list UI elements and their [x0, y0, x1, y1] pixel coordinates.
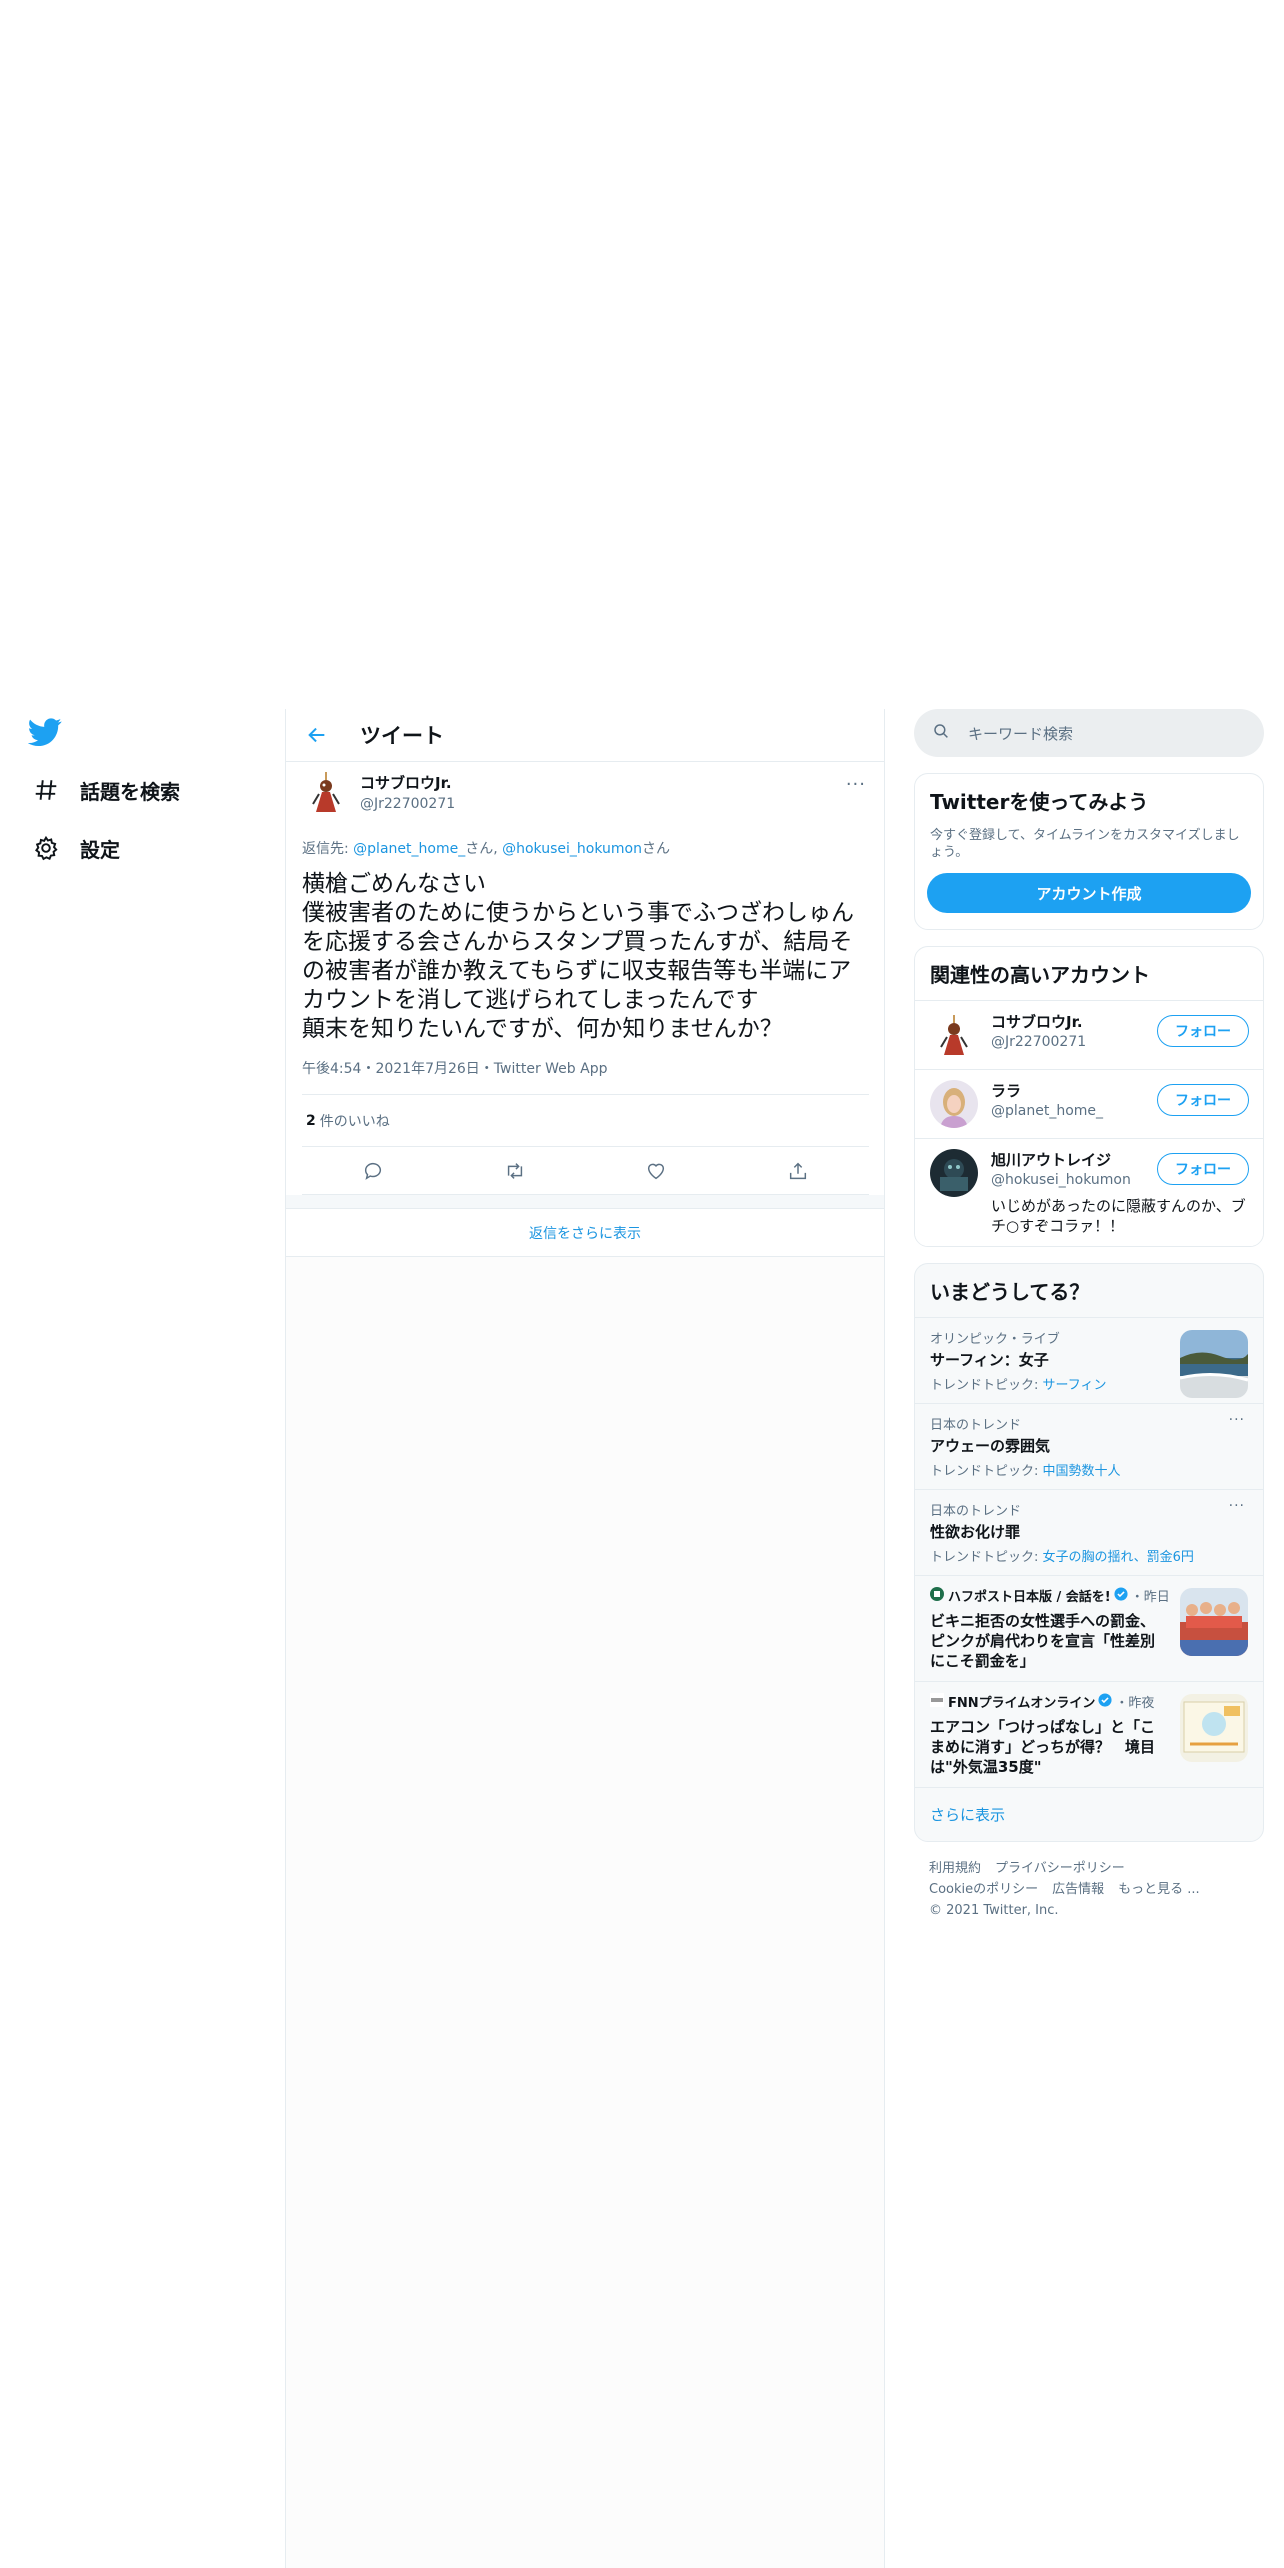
footer-link[interactable]: プライバシーポリシー: [995, 1861, 1125, 1876]
main-empty-area: [286, 1250, 884, 2568]
likes-number: 2: [306, 1112, 316, 1129]
avatar[interactable]: [302, 768, 350, 816]
nav-explore[interactable]: 話題を検索: [30, 770, 180, 810]
trend-topic-link[interactable]: サーフィン: [1043, 1378, 1107, 1393]
footer: 利用規約 プライバシーポリシー Cookieのポリシー 広告情報 もっと見る ... …: [914, 1842, 1264, 1937]
follow-button[interactable]: フォロー: [1157, 1084, 1249, 1116]
show-more-trends-link[interactable]: さらに表示: [915, 1787, 1263, 1841]
trend-thumbnail: [1180, 1330, 1248, 1398]
related-accounts-card: 関連性の高いアカウント コサブロウJr. @Jr22700271 フォロー ララ…: [914, 946, 1264, 1247]
trend-topic-label: トレンドトピック:: [930, 1550, 1043, 1565]
search-icon: [932, 722, 950, 744]
trends-title: いまどうしてる？: [930, 1280, 1090, 1304]
news-item[interactable]: FNNプライムオンライン ・昨夜 エアコン「つけっぱなし」と「こまめに消す」どっ…: [915, 1681, 1263, 1787]
tweet: コサブロウJr. @Jr22700271 ··· 返信先: @planet_ho…: [286, 762, 884, 1195]
more-options-icon[interactable]: ···: [1229, 1498, 1245, 1514]
avatar[interactable]: [930, 1011, 978, 1059]
back-arrow-icon[interactable]: [302, 720, 332, 750]
signup-title: Twitterを使ってみよう: [930, 790, 1149, 814]
verified-badge-icon: [1114, 1586, 1128, 1605]
tweet-author: コサブロウJr. @Jr22700271: [302, 762, 869, 822]
tweet-timestamp[interactable]: 午後4:54・2021年7月26日・Twitter Web App: [302, 1058, 869, 1095]
footer-link[interactable]: Cookieのポリシー: [929, 1882, 1038, 1897]
reply-suffix: さん,: [465, 841, 503, 857]
right-sidebar: キーワード検索 Twitterを使ってみよう 今すぐ登録して、タイムラインをカス…: [914, 709, 1264, 1937]
likes-label: 件のいいね: [319, 1113, 390, 1130]
page-title: ツイート: [360, 724, 444, 748]
news-title: ビキニ拒否の女性選手への罰金、ピンクが肩代わりを宣言「性差別にこそ罰金を」: [930, 1612, 1156, 1670]
more-options-icon[interactable]: ···: [1229, 1412, 1245, 1428]
hashtag-icon: [30, 774, 62, 806]
author-name[interactable]: コサブロウJr.: [360, 772, 455, 793]
reply-icon[interactable]: [356, 1154, 390, 1188]
trend-item[interactable]: 日本のトレンド 性欲お化け罪 トレンドトピック: 女子の胸の揺れ、罰金6円 ··…: [915, 1489, 1263, 1575]
news-source-name: ハフポスト日本版 / 会話を!: [948, 1590, 1111, 1605]
footer-link[interactable]: 利用規約: [929, 1861, 981, 1876]
reply-user-link[interactable]: @hokusei_hokumon: [502, 841, 642, 857]
reply-suffix: さん: [641, 841, 670, 857]
related-title: 関連性の高いアカウント: [930, 963, 1150, 987]
trend-item[interactable]: オリンピック・ライブ サーフィン：女子 トレンドトピック: サーフィン: [915, 1317, 1263, 1403]
trend-topic-label: トレンドトピック:: [930, 1378, 1043, 1393]
twitter-logo-icon[interactable]: [27, 715, 64, 751]
trend-topic: トレンドトピック: 中国勢数十人: [930, 1460, 1248, 1479]
avatar[interactable]: [930, 1080, 978, 1128]
reply-prefix: 返信先:: [302, 841, 354, 857]
footer-link[interactable]: 広告情報: [1052, 1882, 1104, 1897]
share-icon[interactable]: [781, 1154, 815, 1188]
nav-settings[interactable]: 設定: [30, 828, 120, 868]
trend-item[interactable]: 日本のトレンド アウェーの雰囲気 トレンドトピック: 中国勢数十人 ···: [915, 1403, 1263, 1489]
news-source-avatar-icon: [930, 1692, 944, 1711]
gear-icon: [30, 832, 62, 864]
trend-topic-link[interactable]: 女子の胸の揺れ、罰金6円: [1043, 1550, 1194, 1565]
trends-card: いまどうしてる？ オリンピック・ライブ サーフィン：女子 トレンドトピック: サ…: [914, 1263, 1264, 1842]
account-item[interactable]: コサブロウJr. @Jr22700271 フォロー: [915, 1000, 1263, 1069]
news-thumbnail: [1180, 1588, 1248, 1656]
tweet-actions: [302, 1147, 869, 1195]
trend-topic-label: トレンドトピック:: [930, 1464, 1043, 1479]
more-options-icon[interactable]: ···: [846, 774, 866, 795]
search-bar[interactable]: キーワード検索: [914, 709, 1264, 757]
author-handle[interactable]: @Jr22700271: [360, 796, 455, 812]
likes-count[interactable]: 2 件のいいね: [302, 1095, 869, 1147]
main-column: ツイート コサブロウJr. @Jr22700271 ··· 返信先: @plan…: [285, 709, 885, 2568]
news-thumbnail: [1180, 1694, 1248, 1762]
signup-description: 今すぐ登録して、タイムラインをカスタマイズしましょう。: [930, 828, 1240, 860]
tweet-header: ツイート: [286, 709, 884, 762]
account-item[interactable]: 旭川アウトレイジ @hokusei_hokumon いじめがあったのに隠蔽すんの…: [915, 1138, 1263, 1246]
news-title: エアコン「つけっぱなし」と「こまめに消す」どっちが得？ 境目は"外気温35度": [930, 1718, 1156, 1776]
divider: [286, 1195, 884, 1209]
news-time: ・昨日: [1130, 1590, 1170, 1605]
signup-card: Twitterを使ってみよう 今すぐ登録して、タイムラインをカスタマイズしましょ…: [914, 773, 1264, 930]
news-item[interactable]: ハフポスト日本版 / 会話を! ・昨日 ビキニ拒否の女性選手への罰金、ピンクが肩…: [915, 1575, 1263, 1681]
trend-title: アウェーの雰囲気: [930, 1437, 1051, 1455]
news-time: ・昨夜: [1115, 1696, 1155, 1711]
like-icon[interactable]: [639, 1154, 673, 1188]
verified-badge-icon: [1098, 1692, 1112, 1711]
trend-topic-link[interactable]: 中国勢数十人: [1043, 1464, 1121, 1479]
nav-settings-label: 設定: [80, 837, 120, 862]
nav-explore-label: 話題を検索: [80, 779, 180, 804]
account-item[interactable]: ララ @planet_home_ フォロー: [915, 1069, 1263, 1138]
reply-to: 返信先: @planet_home_さん, @hokusei_hokumonさん: [302, 838, 869, 858]
trend-category: 日本のトレンド: [930, 1418, 1022, 1433]
copyright: © 2021 Twitter, Inc.: [929, 1903, 1059, 1918]
account-bio: いじめがあったのに隠蔽すんのか、ブチ○すぞコラァ！！: [991, 1197, 1246, 1235]
follow-button[interactable]: フォロー: [1157, 1015, 1249, 1047]
retweet-icon[interactable]: [498, 1154, 532, 1188]
show-more-replies-link[interactable]: 返信をさらに表示: [286, 1209, 884, 1257]
reply-user-link[interactable]: @planet_home_: [353, 841, 465, 857]
tweet-text: 横槍ごめんなさい 僕被害者のために使うからという事でふつざわしゅんを応援する会さ…: [302, 871, 854, 1042]
search-input[interactable]: キーワード検索: [968, 723, 1073, 744]
trend-category: 日本のトレンド: [930, 1504, 1022, 1519]
news-source-name: FNNプライムオンライン: [948, 1696, 1096, 1711]
trend-title: 性欲お化け罪: [930, 1523, 1021, 1541]
news-source-avatar-icon: [930, 1586, 944, 1605]
footer-link[interactable]: もっと見る ...: [1118, 1882, 1200, 1897]
follow-button[interactable]: フォロー: [1157, 1153, 1249, 1185]
trend-topic: トレンドトピック: 女子の胸の揺れ、罰金6円: [930, 1546, 1248, 1565]
create-account-button[interactable]: アカウント作成: [927, 873, 1251, 913]
avatar[interactable]: [930, 1149, 978, 1197]
